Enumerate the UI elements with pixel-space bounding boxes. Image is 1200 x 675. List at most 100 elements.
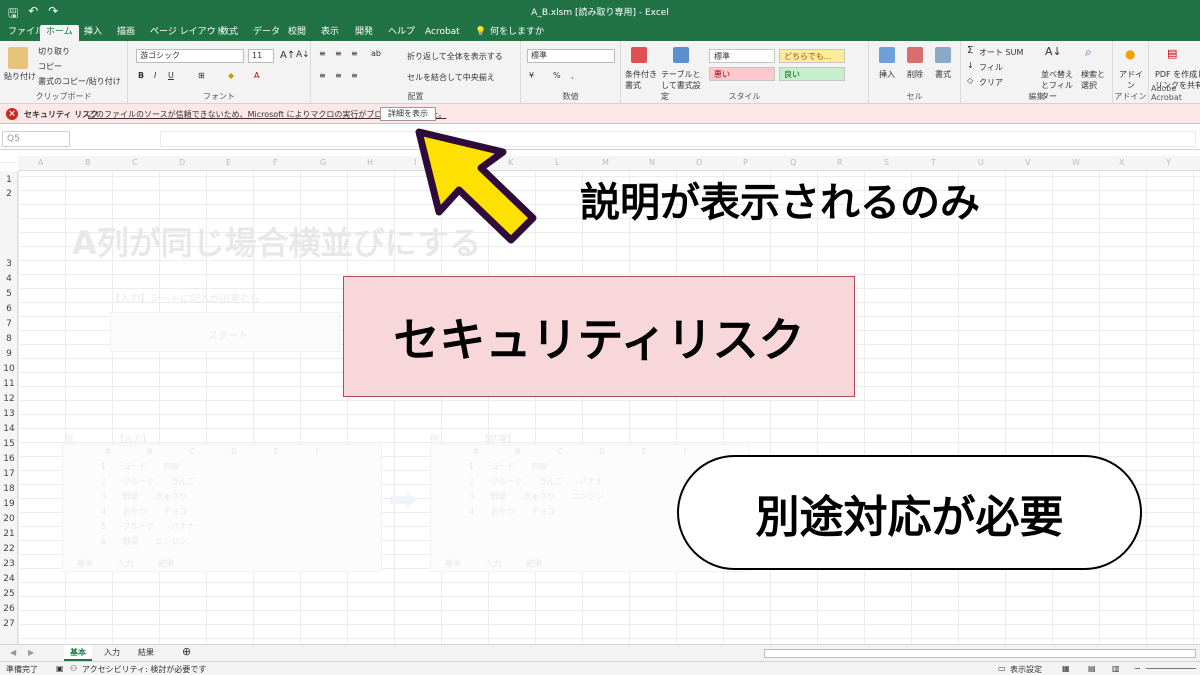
percent-icon[interactable]: % [553,71,561,80]
column-header-P[interactable]: P [743,158,748,167]
sheet-tab-result[interactable]: 結果 [132,645,160,661]
accessibility-icon[interactable]: ⚇ [70,664,77,673]
row-header-1[interactable]: 1 [0,175,18,185]
row-header-18[interactable]: 18 [0,484,18,494]
row-header-14[interactable]: 14 [0,424,18,434]
tab-home[interactable]: ホーム [40,25,79,41]
sheet-tab-basic[interactable]: 基本 [64,645,92,661]
tab-acrobat[interactable]: Acrobat [425,25,460,41]
row-header-24[interactable]: 24 [0,574,18,584]
column-header-W[interactable]: W [1072,158,1080,167]
fill-color-icon[interactable]: ◆ [228,71,234,80]
border-icon[interactable]: ⊞ [198,71,205,80]
align-middle-icon[interactable]: ≡ [335,49,342,58]
zoom-slider[interactable] [1146,668,1196,669]
row-header-13[interactable]: 13 [0,409,18,419]
row-header-26[interactable]: 26 [0,604,18,614]
tab-developer[interactable]: 開発 [355,25,373,41]
add-sheet-icon[interactable]: ⊕ [176,645,197,661]
find-select-button[interactable]: 検索と選択 [1081,69,1109,91]
column-header-T[interactable]: T [931,158,936,167]
addin-icon[interactable]: ● [1125,47,1135,61]
wrap-text-button[interactable]: 折り返して全体を表示する [407,51,503,62]
row-header-15[interactable]: 15 [0,439,18,449]
column-header-G[interactable]: G [320,158,326,167]
column-header-L[interactable]: L [555,158,559,167]
copy-button[interactable]: コピー [38,61,62,72]
display-settings-icon[interactable]: ▭ [998,664,1006,673]
align-right-icon[interactable]: ≡ [351,71,358,80]
row-header-10[interactable]: 10 [0,364,18,374]
next-sheet-icon[interactable]: ▶ [22,645,40,661]
sheet-tab-input[interactable]: 入力 [98,645,126,661]
learn-more-button[interactable]: 詳細を表示 [380,107,436,121]
tab-help[interactable]: ヘルプ [388,25,415,41]
column-header-R[interactable]: R [837,158,843,167]
tab-review[interactable]: 校閲 [288,25,306,41]
conditional-format-icon[interactable] [631,47,647,63]
addin-button[interactable]: アドイン [1117,69,1145,91]
column-header-B[interactable]: B [85,158,91,167]
tab-formulas[interactable]: 数式 [220,25,238,41]
sigma-icon[interactable]: Σ [967,45,973,56]
style-good[interactable]: 良い [779,67,845,81]
tab-draw[interactable]: 描画 [117,25,135,41]
normal-view-icon[interactable]: ▦ [1062,664,1070,673]
row-header-27[interactable]: 27 [0,619,18,629]
column-header-N[interactable]: N [649,158,655,167]
row-header-23[interactable]: 23 [0,559,18,569]
style-standard[interactable]: 標準 [709,49,775,63]
row-header-9[interactable]: 9 [0,349,18,359]
delete-cells-icon[interactable] [907,47,923,63]
format-painter-button[interactable]: 書式のコピー/貼り付け [38,76,121,87]
align-center-icon[interactable]: ≡ [335,71,342,80]
row-header-2[interactable]: 2 [0,189,18,199]
page-layout-view-icon[interactable]: ▤ [1088,664,1096,673]
sort-icon[interactable]: A↓ [1045,45,1062,58]
row-header-25[interactable]: 25 [0,589,18,599]
font-size-select[interactable]: 11 [248,49,274,63]
tab-page-layout[interactable]: ページ レイアウト [150,25,225,41]
column-header-F[interactable]: F [273,158,278,167]
column-header-E[interactable]: E [226,158,231,167]
italic-icon[interactable]: I [154,71,156,80]
column-header-Y[interactable]: Y [1166,158,1171,167]
name-box[interactable]: Q5 [2,131,70,147]
column-header-A[interactable]: A [38,158,43,167]
row-header-11[interactable]: 11 [0,379,18,389]
display-settings-button[interactable]: 表示設定 [1010,664,1042,675]
start-button[interactable]: スタート [208,327,248,342]
row-header-17[interactable]: 17 [0,469,18,479]
align-bottom-icon[interactable]: ≡ [351,49,358,58]
autosum-button[interactable]: オート SUM [979,47,1023,58]
format-cells-button[interactable]: 書式 [935,69,951,80]
row-header-8[interactable]: 8 [0,334,18,344]
row-header-20[interactable]: 20 [0,514,18,524]
column-header-O[interactable]: O [696,158,702,167]
row-header-7[interactable]: 7 [0,319,18,329]
row-header-3[interactable]: 3 [0,259,18,269]
column-header-C[interactable]: C [132,158,138,167]
paste-button[interactable]: 貼り付け [4,71,36,82]
zoom-out-icon[interactable]: − [1134,664,1141,673]
column-header-X[interactable]: X [1119,158,1124,167]
decrease-font-icon[interactable]: A↓ [296,50,310,60]
column-header-U[interactable]: U [978,158,984,167]
row-header-21[interactable]: 21 [0,529,18,539]
align-left-icon[interactable]: ≡ [319,71,326,80]
font-name-select[interactable]: 游ゴシック [136,49,244,63]
clear-button[interactable]: クリア [979,77,1003,88]
row-header-22[interactable]: 22 [0,544,18,554]
tab-file[interactable]: ファイル [8,25,44,41]
row-header-6[interactable]: 6 [0,304,18,314]
fill-icon[interactable]: ↓ [967,61,974,70]
insert-cells-button[interactable]: 挿入 [879,69,895,80]
pdf-icon[interactable]: ▤ [1167,47,1177,60]
tab-data[interactable]: データ [253,25,280,41]
number-format-select[interactable]: 標準 [527,49,615,63]
horizontal-scrollbar[interactable] [764,649,1196,658]
row-header-19[interactable]: 19 [0,499,18,509]
align-top-icon[interactable]: ≡ [319,49,326,58]
column-header-H[interactable]: H [367,158,373,167]
orientation-icon[interactable]: ab [371,49,381,58]
